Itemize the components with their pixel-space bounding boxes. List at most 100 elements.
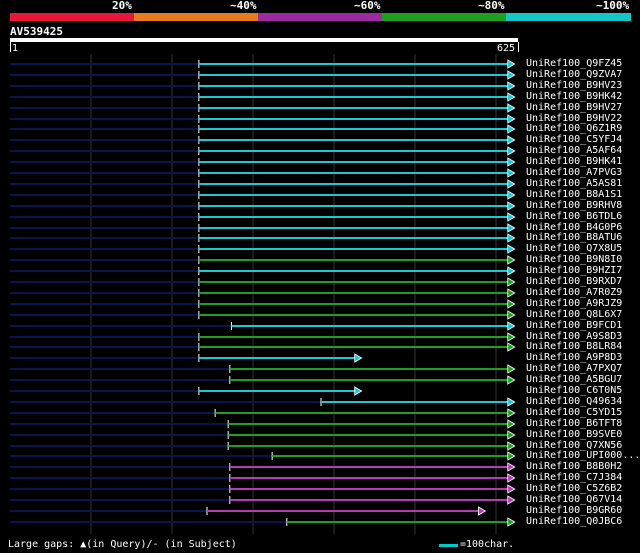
hit-row[interactable] [10, 190, 516, 200]
hit-row[interactable] [10, 495, 516, 505]
hit-label[interactable]: UniRef100_C5YD15 [526, 407, 622, 418]
hit-row[interactable] [10, 266, 516, 276]
hit-row[interactable] [10, 473, 516, 483]
alignment-arrow [507, 441, 516, 451]
hit-label[interactable]: UniRef100_A9P8D3 [526, 352, 622, 363]
alignment-arrow [478, 506, 487, 516]
hit-row[interactable] [10, 462, 516, 472]
hit-label[interactable]: UniRef100_Q9ZVA7 [526, 69, 622, 80]
hit-label[interactable]: UniRef100_B9HZI7 [526, 265, 622, 276]
hit-label[interactable]: UniRef100_Q67V14 [526, 494, 622, 505]
hit-row[interactable] [10, 212, 516, 222]
hit-label[interactable]: UniRef100_A7R0Z9 [526, 287, 622, 298]
hit-row[interactable] [10, 332, 516, 342]
hit-label[interactable]: UniRef100_B9HK42 [526, 91, 622, 102]
alignment-arrow [507, 179, 516, 189]
hit-label[interactable]: UniRef100_Q6Z1R9 [526, 123, 622, 134]
hit-label[interactable]: UniRef100_UPI000... [526, 450, 640, 461]
hit-row[interactable] [10, 288, 516, 298]
hit-row[interactable] [10, 517, 516, 527]
hit-label[interactable]: UniRef100_B9HV23 [526, 80, 622, 91]
alignment-arrow [507, 321, 516, 331]
hit-label[interactable]: UniRef100_Q0JBC6 [526, 516, 622, 527]
hit-label[interactable]: UniRef100_A7PVG3 [526, 167, 622, 178]
hit-label[interactable]: UniRef100_A9RJZ9 [526, 298, 622, 309]
hit-row[interactable] [10, 201, 516, 211]
hit-label[interactable]: UniRef100_A5AF64 [526, 145, 622, 156]
hit-row[interactable] [10, 408, 516, 418]
hit-label[interactable]: UniRef100_B6TFT8 [526, 418, 622, 429]
hit-row[interactable] [10, 397, 516, 407]
footer-gap-legend: Large gaps: ▲(in Query)/- (in Subject) [8, 539, 237, 550]
hit-label[interactable]: UniRef100_A5BGU7 [526, 374, 622, 385]
alignment-arrow [507, 70, 516, 80]
alignment-arrow [507, 451, 516, 461]
hit-row[interactable] [10, 386, 363, 396]
hit-row[interactable] [10, 146, 516, 156]
hit-row[interactable] [10, 124, 516, 134]
hit-label[interactable]: UniRef100_B9GR60 [526, 505, 622, 516]
hit-row[interactable] [10, 59, 516, 69]
hit-row[interactable] [10, 299, 516, 309]
hit-label[interactable]: UniRef100_A7PXQ7 [526, 363, 622, 374]
alignment-arrow [507, 114, 516, 124]
hit-row[interactable] [10, 135, 516, 145]
hit-row[interactable] [10, 114, 516, 124]
hit-row[interactable] [10, 179, 516, 189]
hit-label[interactable]: UniRef100_C7J384 [526, 472, 622, 483]
hit-label[interactable]: UniRef100_B8LR84 [526, 341, 622, 352]
alignment-arrow [507, 397, 516, 407]
hit-label[interactable]: UniRef100_B8A1S1 [526, 189, 622, 200]
hit-row[interactable] [10, 506, 487, 516]
alignment-arrow [507, 484, 516, 494]
hit-label[interactable]: UniRef100_B8ATU6 [526, 232, 622, 243]
hit-label[interactable]: UniRef100_Q8L6X7 [526, 309, 622, 320]
hit-row[interactable] [10, 103, 516, 113]
hit-label[interactable]: UniRef100_B9RHV8 [526, 200, 622, 211]
hit-row[interactable] [10, 430, 516, 440]
hit-row[interactable] [10, 92, 516, 102]
hit-row[interactable] [10, 353, 363, 363]
hit-label[interactable]: UniRef100_Q9FZ45 [526, 58, 622, 69]
hit-row[interactable] [10, 255, 516, 265]
hit-row[interactable] [10, 81, 516, 91]
alignment-arrow [507, 473, 516, 483]
hit-row[interactable] [10, 451, 516, 461]
hit-row[interactable] [10, 70, 516, 80]
alignment-arrow [507, 430, 516, 440]
hit-row[interactable] [10, 168, 516, 178]
hit-label[interactable]: UniRef100_C5Z6B2 [526, 483, 622, 494]
hit-row[interactable] [10, 244, 516, 254]
hit-row[interactable] [10, 233, 516, 243]
hit-label[interactable]: UniRef100_A5AS81 [526, 178, 622, 189]
hit-label[interactable]: UniRef100_B9FCD1 [526, 320, 622, 331]
hit-label[interactable]: UniRef100_B9SVE0 [526, 429, 622, 440]
hit-label[interactable]: UniRef100_B8B0H2 [526, 461, 622, 472]
alignment-arrow [507, 168, 516, 178]
hit-row[interactable] [10, 375, 516, 385]
hit-row[interactable] [10, 342, 516, 352]
alignment-arrow [507, 223, 516, 233]
hit-label[interactable]: UniRef100_C5YFJ4 [526, 134, 622, 145]
alignment-arrow [507, 124, 516, 134]
hit-row[interactable] [10, 419, 516, 429]
alignment-arrow [507, 517, 516, 527]
hit-row[interactable] [10, 364, 516, 374]
hit-row[interactable] [10, 277, 516, 287]
scale-line [439, 544, 458, 547]
hit-label[interactable]: UniRef100_B9N8I0 [526, 254, 622, 265]
hit-row[interactable] [10, 441, 516, 451]
hit-row[interactable] [10, 310, 516, 320]
hit-label[interactable]: UniRef100_Q49634 [526, 396, 622, 407]
alignment-arrow [507, 408, 516, 418]
hit-row[interactable] [10, 321, 516, 331]
hit-row[interactable] [10, 223, 516, 233]
hit-row[interactable] [10, 484, 516, 494]
hit-label[interactable]: UniRef100_B9HK41 [526, 156, 622, 167]
hit-row[interactable] [10, 157, 516, 167]
hit-label[interactable]: UniRef100_B6TDL6 [526, 211, 622, 222]
hit-label[interactable]: UniRef100_Q7X8U5 [526, 243, 622, 254]
hit-label[interactable]: UniRef100_C6T0N5 [526, 385, 622, 396]
hit-label[interactable]: UniRef100_B9RXD7 [526, 276, 622, 287]
hit-label[interactable]: UniRef100_B9HV27 [526, 102, 622, 113]
